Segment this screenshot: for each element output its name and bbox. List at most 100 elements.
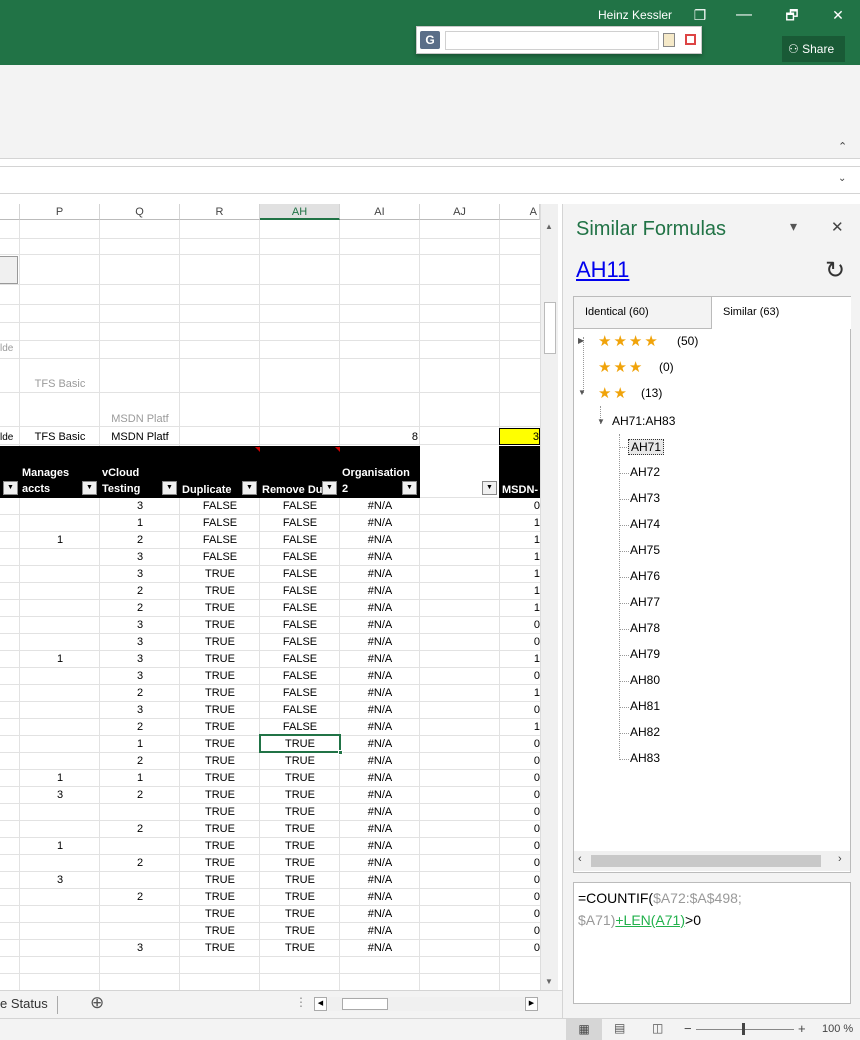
table-cell[interactable]: FALSE [260,634,340,651]
table-cell[interactable]: TRUE [180,566,260,583]
table-cell[interactable]: 1 [100,770,180,787]
table-cell[interactable]: 0 [500,872,540,889]
table-cell[interactable] [20,889,100,906]
table-cell[interactable] [20,821,100,838]
table-cell[interactable]: 0 [500,498,540,515]
table-cell[interactable]: TRUE [180,651,260,668]
col-header-ai[interactable]: AI [340,204,420,220]
tab-identical[interactable]: Identical (60) [574,297,712,328]
table-cell[interactable] [20,753,100,770]
ribbon-display-options-icon[interactable]: ❐ [680,4,720,26]
table-cell[interactable]: TRUE [180,787,260,804]
table-cell[interactable]: #N/A [340,719,420,736]
tree-cell-node[interactable]: AH79 [630,647,660,661]
tree-cell-node[interactable]: AH72 [630,465,660,479]
table-cell[interactable]: 1 [500,515,540,532]
table-cell[interactable] [20,600,100,617]
collapse-arrow-icon[interactable]: ▼ [597,417,605,426]
table-cell[interactable] [20,940,100,957]
maximize-button[interactable]: 🗗 [772,4,812,26]
collapse-arrow-icon[interactable]: ▼ [578,388,586,397]
table-cell[interactable] [100,804,180,821]
stop-icon[interactable] [685,34,696,45]
zoom-slider[interactable] [696,1029,794,1030]
table-cell[interactable] [20,855,100,872]
table-cell[interactable]: TRUE [260,923,340,940]
tree-scroll-right-icon[interactable]: › [838,853,842,865]
table-cell[interactable]: TRUE [180,906,260,923]
tab-similar[interactable]: Similar (63) [712,297,851,329]
table-cell[interactable]: #N/A [340,668,420,685]
vertical-scrollbar[interactable]: ▲ ▼ [540,204,558,990]
minimize-button[interactable]: — [724,4,764,26]
table-cell[interactable]: #N/A [340,787,420,804]
addin-logo-icon[interactable]: G [420,31,440,49]
split-handle-icon[interactable]: ⋮ [295,995,307,1009]
table-cell[interactable]: 1 [500,549,540,566]
page-layout-view-icon[interactable]: ▤ [614,1021,625,1035]
table-cell[interactable]: TRUE [180,702,260,719]
table-cell[interactable]: TRUE [180,753,260,770]
table-cell[interactable]: #N/A [340,804,420,821]
tree-hscroll-thumb[interactable] [591,855,821,867]
table-cell[interactable]: 1 [100,515,180,532]
table-cell[interactable]: 2 [100,532,180,549]
table-cell[interactable]: TRUE [260,906,340,923]
scroll-up-icon[interactable]: ▲ [545,222,553,231]
zoom-level[interactable]: 100 % [822,1023,853,1035]
table-cell[interactable]: 2 [100,821,180,838]
button-stub[interactable] [0,256,18,284]
table-cell[interactable]: 2 [100,719,180,736]
table-cell[interactable]: FALSE [260,549,340,566]
table-cell[interactable]: TRUE [260,872,340,889]
table-cell[interactable]: TRUE [180,804,260,821]
table-cell[interactable]: FALSE [260,498,340,515]
filter-button[interactable]: ▼ [162,481,177,495]
table-cell[interactable]: TRUE [260,770,340,787]
zoom-in-icon[interactable]: + [798,1021,806,1036]
table-cell[interactable]: TRUE [260,838,340,855]
group-2-stars[interactable]: ★★ [598,384,629,402]
filter-button[interactable]: ▼ [402,481,417,495]
scroll-down-icon[interactable]: ▼ [545,977,553,986]
table-cell[interactable]: TRUE [180,889,260,906]
col-header-p[interactable]: P [20,204,100,220]
table-cell[interactable]: TRUE [180,940,260,957]
table-cell[interactable] [20,498,100,515]
tree-cell-node[interactable]: AH81 [630,699,660,713]
zoom-out-icon[interactable]: − [684,1021,692,1036]
table-cell[interactable]: 0 [500,855,540,872]
col-header-aj[interactable]: AJ [420,204,500,220]
table-cell[interactable]: TRUE [180,838,260,855]
table-cell[interactable]: TRUE [180,583,260,600]
table-cell[interactable]: TRUE [180,770,260,787]
table-cell[interactable]: #N/A [340,651,420,668]
table-cell[interactable] [100,906,180,923]
pane-menu-icon[interactable]: ▾ [790,218,797,235]
table-cell[interactable]: FALSE [180,515,260,532]
table-cell[interactable] [20,617,100,634]
page-break-view-icon[interactable]: ◫ [652,1021,663,1035]
table-cell[interactable]: 2 [100,855,180,872]
table-cell[interactable]: 3 [100,668,180,685]
table-cell[interactable]: 0 [500,838,540,855]
table-cell[interactable]: 1 [20,838,100,855]
table-cell[interactable]: 0 [500,617,540,634]
table-cell[interactable]: 1 [500,685,540,702]
expand-arrow-icon[interactable]: ▶ [578,336,584,345]
tree-cell-node[interactable]: AH77 [630,595,660,609]
table-cell[interactable]: 3 [20,872,100,889]
table-cell[interactable]: FALSE [180,532,260,549]
table-cell[interactable]: #N/A [340,617,420,634]
table-cell[interactable]: TRUE [260,804,340,821]
table-cell[interactable]: TRUE [180,600,260,617]
group-3-stars[interactable]: ★★★ [598,358,644,376]
range-node[interactable]: AH71:AH83 [612,414,675,428]
table-cell[interactable]: 2 [100,787,180,804]
table-cell[interactable]: 3 [100,549,180,566]
table-cell[interactable]: #N/A [340,634,420,651]
tree-cell-node[interactable]: AH76 [630,569,660,583]
table-cell[interactable]: #N/A [340,736,420,753]
table-cell[interactable] [100,838,180,855]
table-cell[interactable]: TRUE [180,736,260,753]
